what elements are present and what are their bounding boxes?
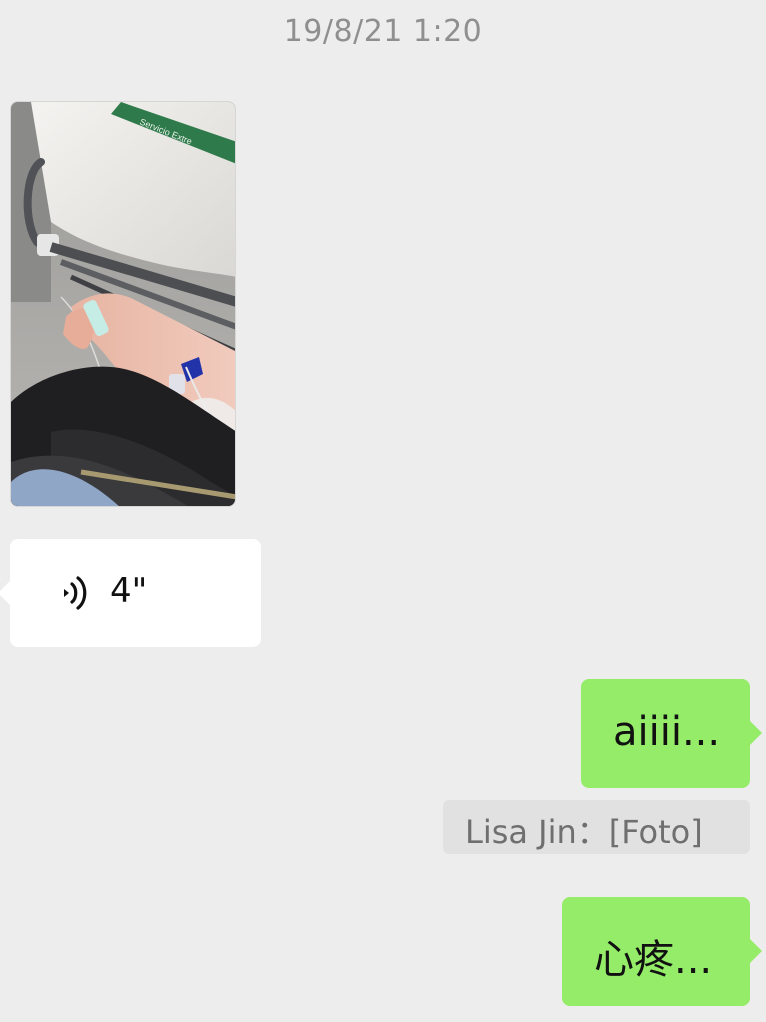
outgoing-message-aiiii[interactable]: aiiii... [581,679,762,788]
message-timestamp: 19/8/21 1:20 [283,14,483,49]
hospital-photo: Servicio Extre [11,102,235,506]
photo-message[interactable]: Servicio Extre [10,101,236,507]
voice-wave-icon [64,576,87,610]
voice-message-bubble[interactable]: 4" [0,539,261,647]
voice-duration: 4" [110,571,148,611]
quoted-reply[interactable]: Lisa Jin：[Foto] [443,800,750,854]
chat-view: 19/8/21 1:20 Servicio Extre 4" aiiii... … [0,0,766,1022]
outgoing-message-xinteng[interactable]: 心疼... [562,897,762,1006]
